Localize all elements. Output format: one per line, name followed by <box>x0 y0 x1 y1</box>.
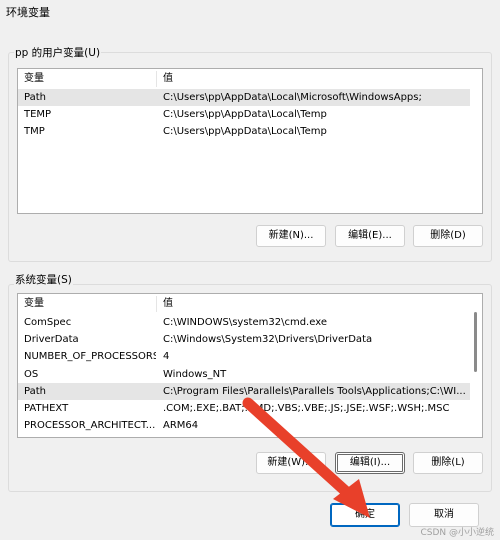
table-row[interactable]: NUMBER_OF_PROCESSORS 4 <box>18 348 470 365</box>
variable-name-cell: ComSpec <box>24 317 72 328</box>
user-variables-list-header: 变量 值 <box>18 69 482 89</box>
variable-name-cell: OS <box>24 368 39 380</box>
variable-name-cell: PATHEXT <box>24 403 69 414</box>
system-edit-button[interactable]: 编辑(I)... <box>335 452 405 474</box>
table-row[interactable]: PROCESSOR_ARCHITECT... ARM64 <box>18 417 470 434</box>
column-header-variable[interactable]: 变量 <box>18 69 156 89</box>
variable-value-cell: C:\WINDOWS\system32\cmd.exe <box>163 317 327 328</box>
variable-value-cell: .COM;.EXE;.BAT;.CMD;.VBS;.VBE;.JS;.JSE;.… <box>163 403 450 414</box>
table-row[interactable]: OS Windows_NT <box>18 366 470 383</box>
system-variables-list-header: 变量 值 <box>18 294 482 314</box>
scrollbar-thumb[interactable] <box>474 312 477 372</box>
variable-name-cell: Path <box>24 385 46 397</box>
column-header-value[interactable]: 值 <box>157 294 467 314</box>
variable-name-cell: TEMP <box>24 109 52 121</box>
variable-name-cell: DriverData <box>24 334 79 346</box>
environment-variables-dialog: 环境变量 pp 的用户变量(U) 变量 值 Path C:\Users\pp\Ap… <box>0 0 500 540</box>
table-row[interactable]: Path C:\Program Files\Parallels\Parallels… <box>18 382 470 400</box>
variable-name-cell: PROCESSOR_ARCHITECT... <box>24 420 156 432</box>
column-header-value[interactable]: 值 <box>157 69 477 89</box>
variable-value-cell: ARM64 <box>163 420 199 432</box>
column-header-variable[interactable]: 变量 <box>18 294 156 314</box>
system-delete-button[interactable]: 删除(L) <box>413 452 483 474</box>
cancel-button[interactable]: 取消 <box>409 503 479 527</box>
variable-value-cell: Windows_NT <box>163 368 227 380</box>
title-bar[interactable]: 环境变量 <box>0 0 500 22</box>
variable-value-cell: 4 <box>163 351 170 363</box>
user-new-button[interactable]: 新建(N)... <box>256 225 326 247</box>
ok-button[interactable]: 确定 <box>330 503 400 527</box>
variable-value-cell: C:\Users\pp\AppData\Local\Temp <box>163 109 327 121</box>
variable-value-cell: C:\Program Files\Parallels\Parallels Too… <box>163 385 466 397</box>
table-row[interactable]: TMP C:\Users\pp\AppData\Local\Temp <box>18 123 470 140</box>
variable-name-cell: TMP <box>24 126 45 138</box>
system-new-button[interactable]: 新建(W)... <box>256 452 326 474</box>
window-title: 环境变量 <box>6 6 50 19</box>
user-variables-group-label: pp 的用户变量(U) <box>14 45 102 60</box>
table-row[interactable]: TEMP C:\Users\pp\AppData\Local\Temp <box>18 106 470 123</box>
user-delete-button[interactable]: 删除(D) <box>413 225 483 247</box>
watermark-text: CSDN @小小逆统 <box>420 528 494 538</box>
table-row[interactable]: Path C:\Users\pp\AppData\Local\Microsoft\… <box>18 89 470 106</box>
system-variables-scrollbar[interactable] <box>470 294 482 437</box>
variable-value-cell: C:\Users\pp\AppData\Local\Temp <box>163 126 327 138</box>
system-variables-list[interactable]: 变量 值 ComSpec C:\WINDOWS\system32\cmd.exe D… <box>17 293 483 438</box>
variable-value-cell: C:\Windows\System32\Drivers\DriverData <box>163 334 373 346</box>
system-variables-group-label: 系统变量(S) <box>14 272 73 287</box>
user-variables-list[interactable]: 变量 值 Path C:\Users\pp\AppData\Local\Micro… <box>17 68 483 214</box>
variable-name-cell: NUMBER_OF_PROCESSORS <box>24 351 156 363</box>
table-row[interactable]: DriverData C:\Windows\System32\Drivers\Dr… <box>18 331 470 348</box>
table-row[interactable]: ComSpec C:\WINDOWS\system32\cmd.exe <box>18 314 470 331</box>
variable-name-cell: Path <box>24 92 46 103</box>
variable-value-cell: C:\Users\pp\AppData\Local\Microsoft\Wind… <box>163 92 422 103</box>
table-row[interactable]: PATHEXT .COM;.EXE;.BAT;.CMD;.VBS;.VBE;.JS… <box>18 400 470 417</box>
user-edit-button[interactable]: 编辑(E)... <box>335 225 405 247</box>
